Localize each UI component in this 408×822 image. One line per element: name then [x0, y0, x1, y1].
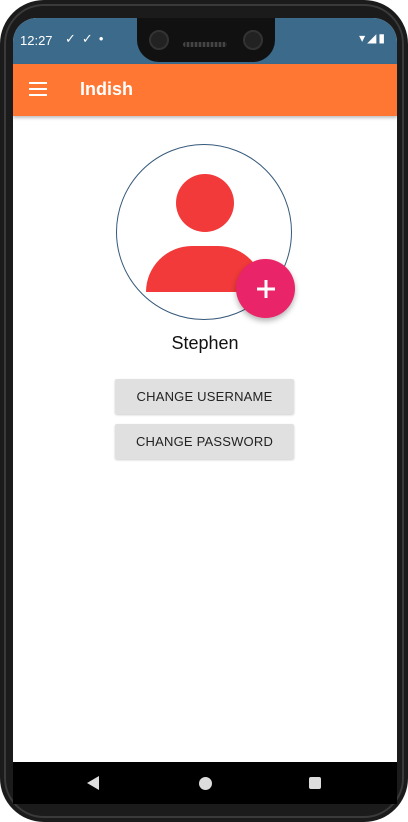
app-bar: Indish: [13, 64, 397, 116]
navigation-bar: [13, 762, 397, 804]
front-camera-icon: [149, 30, 169, 50]
dot-icon: •: [98, 31, 110, 46]
screen: 12:27 ✓✓• ▾◢▮ Indish Stephen CHANGE USER…: [13, 18, 397, 804]
home-icon[interactable]: [199, 777, 212, 790]
speaker-grille: [183, 42, 227, 47]
status-bar: 12:27 ✓✓• ▾◢▮: [13, 18, 397, 64]
change-password-button[interactable]: CHANGE PASSWORD: [115, 424, 294, 459]
plus-icon: [256, 279, 275, 298]
signal-icon: ◢: [367, 31, 379, 45]
status-right-icons: ▾◢▮: [359, 31, 387, 45]
wifi-icon: ▾: [359, 31, 368, 45]
front-camera-icon: [243, 30, 263, 50]
battery-icon: ▮: [378, 31, 387, 45]
hamburger-menu-icon[interactable]: [29, 82, 47, 96]
phone-frame: 12:27 ✓✓• ▾◢▮ Indish Stephen CHANGE USER…: [0, 0, 408, 822]
camera-notch: [137, 18, 275, 62]
check-icon: ✓: [65, 31, 82, 46]
check-icon: ✓: [81, 31, 99, 46]
change-username-button[interactable]: CHANGE USERNAME: [115, 379, 294, 414]
status-time: 12:27: [20, 33, 53, 48]
recents-icon[interactable]: [309, 777, 321, 789]
status-left-icons: ✓✓•: [65, 31, 109, 47]
app-title: Indish: [80, 79, 133, 99]
back-icon[interactable]: [87, 776, 99, 790]
avatar-head: [176, 174, 234, 232]
add-photo-button[interactable]: [236, 259, 295, 318]
username-label: Stephen: [171, 333, 239, 353]
